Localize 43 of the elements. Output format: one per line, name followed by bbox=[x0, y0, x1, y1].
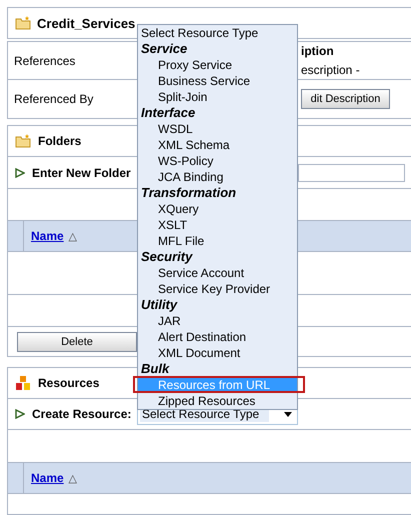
folder-icon bbox=[15, 134, 31, 148]
resources-heading: Resources bbox=[38, 376, 100, 390]
name-column-link[interactable]: Name bbox=[31, 471, 64, 485]
dropdown-option[interactable]: WS-Policy bbox=[138, 153, 297, 169]
page-title: Credit_Services bbox=[37, 16, 136, 30]
description-text: escription - bbox=[301, 63, 360, 77]
folders-heading: Folders bbox=[38, 134, 82, 148]
blocks-icon bbox=[15, 375, 31, 391]
option-group-heading: Service bbox=[140, 41, 188, 57]
sort-icon[interactable]: △ bbox=[68, 230, 77, 242]
create-resource-label: Create Resource: bbox=[32, 407, 132, 421]
option-group-heading: Transformation bbox=[140, 185, 238, 201]
dropdown-option[interactable]: MFL File bbox=[138, 233, 297, 249]
expand-icon[interactable] bbox=[15, 168, 25, 178]
dropdown-option[interactable]: Service Account bbox=[138, 265, 297, 281]
sort-icon[interactable]: △ bbox=[68, 472, 77, 484]
option-group-heading: Interface bbox=[140, 105, 196, 121]
dropdown-option[interactable]: XML Document bbox=[138, 345, 297, 361]
folder-name-field[interactable] bbox=[298, 164, 405, 182]
dropdown-option[interactable]: XML Schema bbox=[138, 137, 297, 153]
expand-icon[interactable] bbox=[15, 409, 25, 419]
description-heading: iption bbox=[301, 44, 334, 58]
name-column-link[interactable]: Name bbox=[31, 229, 64, 243]
dropdown-option[interactable]: WSDL bbox=[138, 121, 297, 137]
dropdown-option[interactable]: Alert Destination bbox=[138, 329, 297, 345]
dropdown-option[interactable]: Split-Join bbox=[138, 89, 297, 105]
dropdown-option[interactable]: XQuery bbox=[138, 201, 297, 217]
property-label: Referenced By bbox=[14, 92, 94, 106]
dropdown-option[interactable]: XSLT bbox=[138, 217, 297, 233]
edit-description-button[interactable]: dit Description bbox=[301, 89, 390, 109]
dropdown-option[interactable]: JAR bbox=[138, 313, 297, 329]
delete-button[interactable]: Delete bbox=[17, 332, 137, 352]
dropdown-option[interactable]: Proxy Service bbox=[138, 57, 297, 73]
dropdown-option[interactable]: Service Key Provider bbox=[138, 281, 297, 297]
dropdown-option[interactable]: JCA Binding bbox=[138, 169, 297, 185]
dropdown-option[interactable]: Business Service bbox=[138, 73, 297, 89]
enter-folder-label: Enter New Folder bbox=[32, 166, 131, 180]
folder-icon bbox=[15, 16, 31, 30]
property-label: References bbox=[14, 54, 76, 68]
dropdown-option[interactable]: Select Resource Type bbox=[138, 25, 297, 41]
option-group-heading: Utility bbox=[140, 297, 178, 313]
option-group-heading: Bulk bbox=[140, 361, 170, 377]
option-group-heading: Security bbox=[140, 249, 194, 265]
